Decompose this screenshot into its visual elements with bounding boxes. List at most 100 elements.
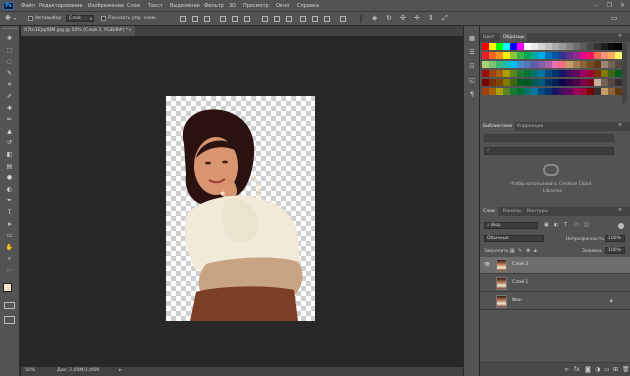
swatch[interactable]	[559, 79, 566, 86]
swatch[interactable]	[489, 70, 496, 77]
swatch[interactable]	[524, 88, 531, 95]
hand-tool-icon[interactable]: ✋	[4, 243, 15, 252]
adjustment-layer-icon[interactable]: ◑	[595, 366, 600, 373]
swatch[interactable]	[517, 79, 524, 86]
swatch[interactable]	[552, 79, 559, 86]
swatch[interactable]	[608, 70, 615, 77]
panel-menu-icon[interactable]: ≡	[618, 207, 622, 213]
swatch[interactable]	[496, 52, 503, 59]
lasso-tool-icon[interactable]: ◌	[4, 57, 15, 66]
align-right-icon[interactable]	[244, 16, 250, 22]
library-search-input[interactable]: ⌕	[484, 147, 614, 155]
menu-filter[interactable]: Фильтр	[204, 2, 224, 10]
swatch[interactable]	[517, 88, 524, 95]
swatch[interactable]	[482, 52, 489, 59]
swatch[interactable]	[503, 52, 510, 59]
swatch[interactable]	[482, 88, 489, 95]
chevron-right-icon[interactable]: ▸	[119, 367, 122, 373]
swatch[interactable]	[594, 61, 601, 68]
swatch[interactable]	[517, 43, 524, 50]
swatch[interactable]	[580, 43, 587, 50]
3d-slide-icon[interactable]: ⇕	[428, 14, 434, 22]
screen-mode-icon[interactable]	[4, 316, 15, 324]
swatch[interactable]	[587, 79, 594, 86]
swatch[interactable]	[496, 79, 503, 86]
3d-mode-icon[interactable]: ◈	[372, 14, 377, 22]
distribute-bottom-icon[interactable]	[286, 16, 292, 22]
swatch[interactable]	[524, 61, 531, 68]
filter-pixel-icon[interactable]: ▣	[544, 222, 549, 228]
swatch[interactable]	[580, 61, 587, 68]
swatch[interactable]	[489, 52, 496, 59]
tab-layers[interactable]: Слои	[480, 207, 498, 216]
menu-layers[interactable]: Слои	[127, 2, 140, 10]
fill-field[interactable]: 100%	[605, 247, 625, 254]
layer-style-icon[interactable]: fx	[574, 366, 580, 373]
distribute-hcenter-icon[interactable]	[312, 16, 318, 22]
swatch[interactable]	[510, 43, 517, 50]
swatch[interactable]	[545, 79, 552, 86]
swatch[interactable]	[559, 70, 566, 77]
swatch[interactable]	[580, 70, 587, 77]
distribute-top-icon[interactable]	[262, 16, 268, 22]
swatch[interactable]	[510, 52, 517, 59]
eyedropper-tool-icon[interactable]: ✐	[4, 92, 15, 101]
swatch[interactable]	[503, 79, 510, 86]
swatch[interactable]	[496, 88, 503, 95]
swatch[interactable]	[503, 88, 510, 95]
tab-libraries[interactable]: Библиотеки	[480, 122, 515, 131]
swatch[interactable]	[531, 43, 538, 50]
swatch[interactable]	[573, 52, 580, 59]
swatch[interactable]	[489, 43, 496, 50]
menu-3d[interactable]: 3D	[229, 2, 236, 10]
minimize-icon[interactable]: –	[592, 2, 601, 10]
menu-type[interactable]: Текст	[148, 2, 163, 10]
swatch[interactable]	[587, 61, 594, 68]
gradient-tool-icon[interactable]: ▤	[4, 162, 15, 171]
swatch[interactable]	[580, 88, 587, 95]
filter-toggle[interactable]	[618, 223, 624, 229]
blur-tool-icon[interactable]: ●	[4, 173, 15, 182]
swatch[interactable]	[552, 70, 559, 77]
swatches-grid[interactable]	[482, 43, 622, 99]
swatch[interactable]	[601, 43, 608, 50]
lock-pixels-icon[interactable]: ✎	[518, 248, 522, 254]
swatch[interactable]	[531, 79, 538, 86]
swatch[interactable]	[566, 88, 573, 95]
swatch[interactable]	[594, 43, 601, 50]
swatch[interactable]	[503, 61, 510, 68]
swatch[interactable]	[489, 88, 496, 95]
add-mask-icon[interactable]: ◙	[585, 366, 591, 373]
delete-layer-icon[interactable]: 🗑︎	[622, 366, 630, 373]
swatch[interactable]	[482, 43, 489, 50]
swatch[interactable]	[552, 88, 559, 95]
layer-filter-dropdown[interactable]: ⌕ Вид	[484, 222, 538, 229]
opacity-field[interactable]: 100%	[605, 235, 625, 242]
layer-row[interactable]: Фон 🔒︎	[480, 293, 630, 310]
properties-panel-icon[interactable]: ☰	[467, 48, 477, 57]
swatch[interactable]	[538, 43, 545, 50]
swatch[interactable]	[538, 79, 545, 86]
swatch[interactable]	[601, 88, 608, 95]
pen-tool-icon[interactable]: ✒	[4, 196, 15, 205]
swatch[interactable]	[566, 52, 573, 59]
swatches-scrollbar[interactable]	[622, 43, 627, 103]
new-layer-icon[interactable]: ⊞	[613, 366, 618, 373]
swatch[interactable]	[559, 43, 566, 50]
close-icon[interactable]: ✕	[618, 2, 627, 10]
swatch[interactable]	[601, 70, 608, 77]
swatch[interactable]	[594, 70, 601, 77]
swatch[interactable]	[566, 70, 573, 77]
swatch[interactable]	[608, 61, 615, 68]
menu-edit[interactable]: Редактирование	[39, 2, 83, 10]
swatch[interactable]	[594, 52, 601, 59]
document-canvas[interactable]	[166, 96, 315, 321]
new-group-icon[interactable]: ▭	[604, 366, 610, 373]
layer-row[interactable]: Слой 1	[480, 275, 630, 292]
swatch[interactable]	[566, 61, 573, 68]
swatch[interactable]	[608, 79, 615, 86]
swatch[interactable]	[538, 70, 545, 77]
tab-color[interactable]: Цвет	[480, 33, 498, 42]
lock-all-icon[interactable]: 🔒︎	[534, 248, 537, 254]
swatch[interactable]	[566, 43, 573, 50]
